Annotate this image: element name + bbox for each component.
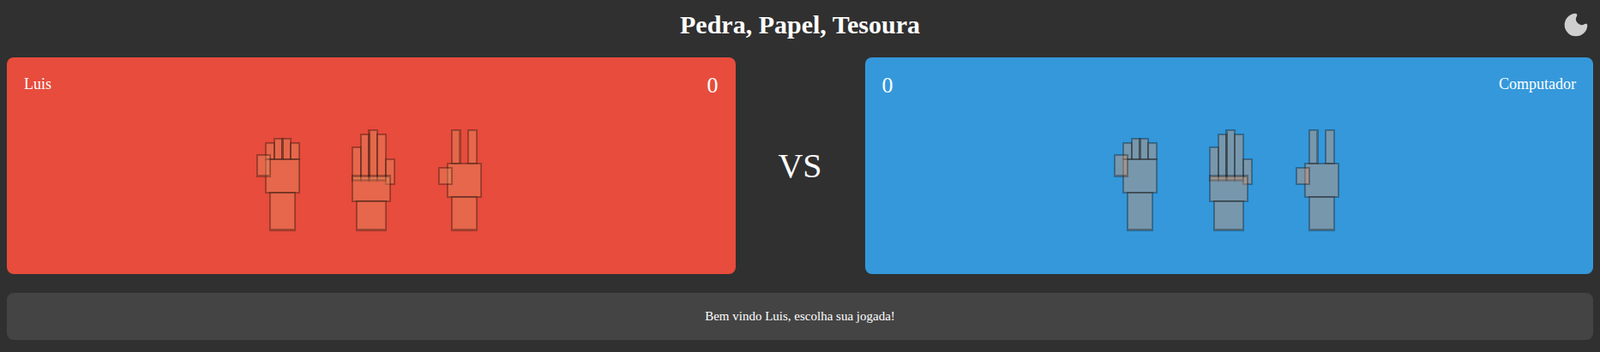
game-title: Pedra, Papel, Tesoura (679, 9, 921, 41)
paper-hand-icon[interactable] (1203, 124, 1255, 233)
right-player-panel: Computador 0 (865, 57, 1594, 275)
player-name: Computador (1498, 74, 1576, 94)
player-name: Luis (24, 74, 52, 94)
player-score: 0 (882, 72, 894, 99)
game-page: Pedra, Papel, Tesoura Luis 0 VS Computador 0 B… (0, 0, 1600, 352)
hand-choices (6, 124, 736, 233)
rock-hand-icon[interactable] (254, 124, 307, 233)
panel-header: Luis 0 (6, 57, 736, 99)
versus-label: VS (735, 57, 866, 275)
scissors-hand-icon[interactable] (436, 124, 488, 233)
left-player-panel: Luis 0 (6, 57, 736, 275)
moon-icon[interactable] (1562, 11, 1590, 39)
header: Pedra, Papel, Tesoura (6, 0, 1594, 58)
paper-hand-icon[interactable] (345, 124, 397, 233)
rock-hand-icon[interactable] (1112, 124, 1164, 233)
arena: Luis 0 VS Computador 0 (6, 57, 1594, 275)
message-bar: Bem vindo Luis, escolha sua jogada! (6, 293, 1594, 341)
player-score: 0 (707, 72, 719, 99)
scissors-hand-icon[interactable] (1293, 124, 1346, 233)
panel-header: Computador 0 (865, 57, 1594, 99)
hand-choices (865, 124, 1594, 233)
